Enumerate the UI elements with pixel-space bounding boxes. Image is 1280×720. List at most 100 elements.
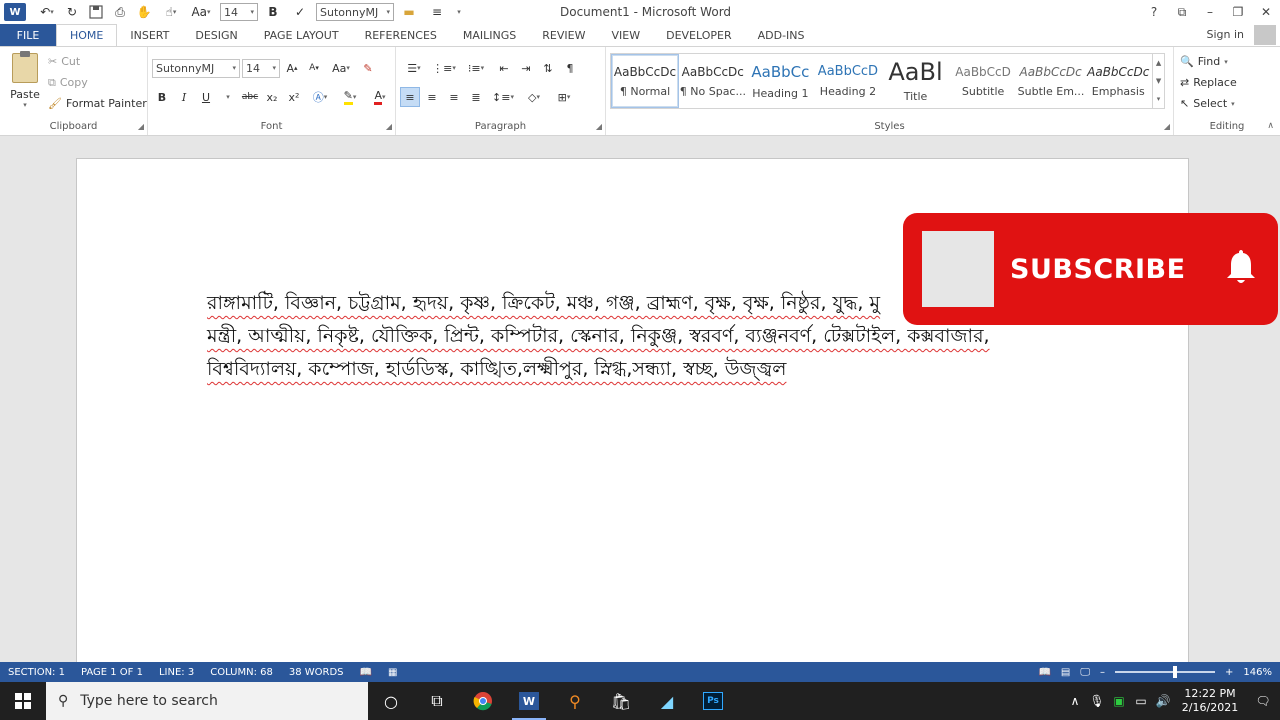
collapse-ribbon-icon[interactable]: ∧ (1267, 121, 1274, 131)
chrome-icon[interactable] (460, 682, 506, 720)
gallery-down-icon[interactable]: ▼ (1156, 77, 1161, 85)
search-app-icon[interactable]: ⚲ (552, 682, 598, 720)
align-center-icon[interactable]: ≡ (422, 87, 442, 107)
bold-button[interactable]: B (152, 87, 172, 107)
print-preview-icon[interactable]: ⎙ (108, 2, 132, 22)
paste-button[interactable]: Paste ▾ (8, 51, 42, 113)
notifications-icon[interactable]: 🗨 (1246, 694, 1280, 708)
word-taskbar-icon[interactable]: W (506, 682, 552, 720)
borders-icon[interactable]: ⊞ ▾ (550, 87, 578, 107)
font-name-combo[interactable]: SutonnyMJ ▾ (152, 58, 240, 78)
zoom-thumb[interactable] (1173, 666, 1178, 678)
zoom-in-icon[interactable]: + (1225, 667, 1233, 678)
qat-font-name-combo[interactable]: SutonnyMJ ▾ (316, 3, 394, 21)
sign-in-link[interactable]: Sign in (1206, 28, 1244, 41)
word-app-icon[interactable]: W (4, 3, 26, 21)
web-layout-icon[interactable]: 🖵 (1080, 667, 1090, 678)
status-page[interactable]: PAGE 1 OF 1 (73, 667, 151, 678)
tray-app-icon[interactable]: ▣ (1108, 694, 1130, 708)
find-button[interactable]: 🔍 Find ▾ (1180, 51, 1237, 72)
tab-mailings[interactable]: MAILINGS (450, 24, 529, 46)
style-normal[interactable]: AaBbCcDc ¶ Normal (611, 54, 679, 108)
styles-gallery-scroll[interactable]: ▲ ▼ ▾ (1152, 54, 1164, 108)
shading-icon[interactable]: ◇ ▾ (520, 87, 548, 107)
decrease-indent-icon[interactable]: ⇤ (494, 58, 514, 78)
numbering-icon[interactable]: ⋮≡ ▾ (430, 58, 458, 78)
paragraph-launcher-icon[interactable]: ◢ (596, 122, 602, 131)
status-line[interactable]: LINE: 3 (151, 667, 202, 678)
tab-review[interactable]: REVIEW (529, 24, 598, 46)
style-title[interactable]: AaBl Title (882, 54, 950, 108)
touch-mode-icon[interactable]: ✋ (132, 2, 156, 22)
multilevel-list-icon[interactable]: ⁝≡ ▾ (460, 58, 492, 78)
style-subtitle[interactable]: AaBbCcD Subtitle (949, 54, 1017, 108)
zoom-slider[interactable] (1115, 666, 1216, 678)
superscript-button[interactable]: x² (284, 87, 304, 107)
tab-home[interactable]: HOME (56, 24, 118, 46)
font-size-combo[interactable]: 14 ▾ (242, 58, 280, 78)
increase-indent-icon[interactable]: ⇥ (516, 58, 536, 78)
avatar[interactable] (1254, 25, 1276, 45)
underline-dropdown-icon[interactable]: ▾ (218, 87, 238, 107)
print-layout-icon[interactable]: ▤ (1061, 667, 1070, 678)
replace-button[interactable]: ⇄ Replace (1180, 72, 1237, 93)
style-heading-1[interactable]: AaBbCc Heading 1 (747, 54, 815, 108)
tab-developer[interactable]: DEVELOPER (653, 24, 745, 46)
store-icon[interactable]: 🛍 (598, 682, 644, 720)
justify-icon[interactable]: ≣ (466, 87, 486, 107)
close-button[interactable]: ✕ (1252, 0, 1280, 24)
save-icon[interactable] (84, 2, 108, 22)
subscript-button[interactable]: x₂ (262, 87, 282, 107)
tab-page-layout[interactable]: PAGE LAYOUT (251, 24, 352, 46)
strikethrough-button[interactable]: abc (240, 87, 260, 107)
font-color-icon[interactable]: A ▾ (366, 87, 394, 107)
clear-formatting-icon[interactable]: ✎ (358, 58, 378, 78)
change-case-button[interactable]: Aa ▾ (186, 2, 216, 22)
tab-design[interactable]: DESIGN (182, 24, 250, 46)
font-launcher-icon[interactable]: ◢ (386, 122, 392, 131)
tab-add-ins[interactable]: ADD-INS (745, 24, 818, 46)
open-folder-icon[interactable]: ▬ (394, 2, 424, 22)
status-column[interactable]: COLUMN: 68 (202, 667, 281, 678)
customize-qat-icon[interactable]: ▾ (450, 2, 468, 22)
style-subtle-emphasis[interactable]: AaBbCcDc Subtle Em... (1017, 54, 1085, 108)
qat-bold-icon[interactable]: B (258, 2, 288, 22)
style-emphasis[interactable]: AaBbCcDc Emphasis (1084, 54, 1152, 108)
style-no-spacing[interactable]: AaBbCcDc ¶ No Spac... (679, 54, 747, 108)
spelling-check-icon[interactable]: ✓ (288, 2, 312, 22)
change-case-ribbon-button[interactable]: Aa ▾ (326, 58, 356, 78)
clock[interactable]: 12:22 PM 2/16/2021 (1174, 687, 1246, 715)
gallery-up-icon[interactable]: ▲ (1156, 59, 1161, 67)
windows-start-icon[interactable] (0, 682, 46, 720)
volume-icon[interactable]: 🔊 (1152, 694, 1174, 708)
microphone-icon[interactable]: 🎙 (1086, 694, 1108, 708)
format-painter-button[interactable]: 🖌 Format Painter (48, 93, 147, 114)
help-button[interactable]: ? (1140, 0, 1168, 24)
mouse-mode-icon[interactable]: ☝ ▾ (156, 2, 186, 22)
tab-file[interactable]: FILE (0, 24, 56, 46)
select-button[interactable]: ↖ Select ▾ (1180, 93, 1237, 114)
italic-button[interactable]: I (174, 87, 194, 107)
photoshop-icon[interactable]: Ps (690, 682, 736, 720)
tab-view[interactable]: VIEW (598, 24, 653, 46)
ribbon-display-options-button[interactable]: ⧉ (1168, 0, 1196, 24)
align-left-icon[interactable]: ≡ (400, 87, 420, 107)
read-mode-icon[interactable]: 📖 (1038, 667, 1050, 678)
text-effects-icon[interactable]: Ⓐ ▾ (306, 87, 334, 107)
grow-font-button[interactable]: A ▴ (282, 58, 302, 78)
redo-icon[interactable]: ↻ (60, 2, 84, 22)
sticky-app-icon[interactable]: ◢ (644, 682, 690, 720)
sort-icon[interactable]: ⇅ (538, 58, 558, 78)
cortana-icon[interactable]: ○ (368, 682, 414, 720)
highlight-color-icon[interactable]: ✎ ▾ (336, 87, 364, 107)
bullets-icon[interactable]: ☰ ▾ (400, 58, 428, 78)
undo-icon[interactable]: ↶ ▾ (34, 2, 60, 22)
network-icon[interactable]: ▭ (1130, 694, 1152, 708)
status-section[interactable]: SECTION: 1 (0, 667, 73, 678)
chevron-up-icon[interactable]: ∧ (1064, 694, 1086, 708)
tab-insert[interactable]: INSERT (117, 24, 182, 46)
cut-button[interactable]: ✂ Cut (48, 51, 147, 72)
clipboard-launcher-icon[interactable]: ◢ (138, 122, 144, 131)
styles-launcher-icon[interactable]: ◢ (1164, 122, 1170, 131)
macro-recording-icon[interactable]: ▦ (380, 667, 405, 678)
